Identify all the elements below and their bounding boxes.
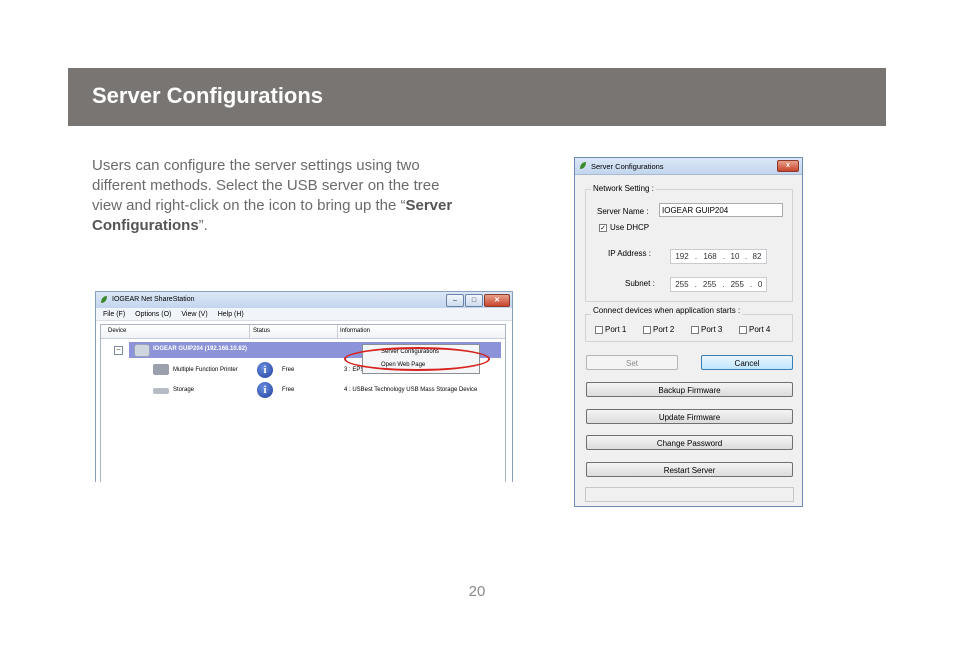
netsharestation-window: IOGEAR Net ShareStation – □ ✕ File (F) O… [95, 291, 513, 482]
window-titlebar: IOGEAR Net ShareStation – □ ✕ [96, 292, 512, 308]
server-label: IOGEAR GUIP204 (192.168.10.82) [153, 346, 248, 352]
port1-label: Port 1 [605, 325, 627, 334]
ip-octet: 192 [675, 252, 689, 261]
menu-help[interactable]: Help (H) [218, 311, 244, 318]
collapse-icon[interactable]: – [114, 346, 123, 355]
menu-bar: File (F) Options (O) View (V) Help (H) [96, 308, 512, 321]
use-dhcp-label: Use DHCP [610, 223, 650, 232]
device-name: Storage [173, 387, 195, 393]
connect-devices-label: Connect devices when application starts … [591, 306, 743, 315]
menu-view[interactable]: View (V) [181, 311, 207, 318]
use-dhcp-checkbox[interactable]: ✓ [599, 224, 607, 232]
intro-paragraph: Users can configure the server settings … [92, 156, 472, 236]
leaf-icon [580, 162, 586, 169]
port4-label: Port 4 [749, 325, 771, 334]
restart-server-button[interactable]: Restart Server [586, 462, 793, 477]
close-icon[interactable]: ✕ [484, 294, 510, 307]
update-firmware-button[interactable]: Update Firmware [586, 409, 793, 424]
device-info: 4 : USBest Technology USB Mass Storage D… [344, 387, 478, 393]
section-banner: Server Configurations [68, 68, 886, 126]
ip-octet: 82 [752, 252, 762, 261]
dialog-status-bar [585, 487, 794, 502]
set-button[interactable]: Set [586, 355, 678, 370]
window-controls: – □ ✕ [446, 294, 510, 307]
page-title: Server Configurations [92, 83, 324, 108]
subnet-octet: 0 [757, 280, 763, 289]
subnet-octet: 255 [675, 280, 689, 289]
info-icon: i [257, 362, 273, 378]
server-icon [134, 344, 150, 357]
column-device[interactable]: Device [108, 328, 126, 334]
ip-octet: 10 [730, 252, 740, 261]
column-divider [337, 325, 338, 338]
server-name-label: Server Name : [597, 207, 649, 216]
server-name-input[interactable]: IOGEAR GUIP204 [659, 203, 783, 217]
port2-checkbox[interactable] [643, 326, 651, 334]
column-information[interactable]: Information [340, 328, 370, 334]
port3-checkbox[interactable] [691, 326, 699, 334]
leaf-icon [101, 296, 107, 303]
subnet-octet: 255 [702, 280, 717, 289]
info-icon: i [257, 382, 273, 398]
close-icon[interactable]: x [777, 160, 799, 172]
highlight-ellipse [344, 347, 490, 371]
change-password-button[interactable]: Change Password [586, 435, 793, 450]
minimize-icon[interactable]: – [446, 294, 464, 307]
dialog-title: Server Configurations [591, 162, 664, 171]
intro-text-after: ”. [198, 217, 208, 234]
menu-file[interactable]: File (F) [103, 311, 125, 318]
device-name: Multiple Function Printer [173, 367, 238, 373]
printer-icon [153, 364, 169, 375]
subnet-input[interactable]: 255 . 255 . 255 . 0 [670, 277, 767, 292]
port3-label: Port 3 [701, 325, 723, 334]
subnet-label: Subnet : [625, 279, 655, 288]
window-title: IOGEAR Net ShareStation [112, 296, 195, 303]
ip-address-label: IP Address : [608, 249, 651, 258]
port1-checkbox[interactable] [595, 326, 603, 334]
column-divider [249, 325, 250, 338]
storage-icon [153, 388, 169, 394]
server-configurations-dialog: Server Configurations x Network Setting … [574, 157, 803, 507]
dialog-titlebar: Server Configurations x [575, 158, 802, 175]
backup-firmware-button[interactable]: Backup Firmware [586, 382, 793, 397]
device-status: Free [282, 387, 295, 393]
intro-text-before: Users can configure the server settings … [92, 157, 440, 214]
column-status[interactable]: Status [253, 328, 270, 334]
ip-octet: 168 [703, 252, 717, 261]
page-number: 20 [468, 583, 486, 600]
ip-address-input[interactable]: 192 . 168 . 10 . 82 [670, 249, 767, 264]
port2-label: Port 2 [653, 325, 675, 334]
port4-checkbox[interactable] [739, 326, 747, 334]
menu-options[interactable]: Options (O) [135, 311, 171, 318]
column-header: Device Status Information [101, 325, 505, 339]
device-row-storage[interactable]: Storage i Free 4 : USBest Technology USB… [151, 381, 501, 399]
cancel-button[interactable]: Cancel [701, 355, 793, 370]
maximize-icon[interactable]: □ [465, 294, 483, 307]
subnet-octet: 255 [730, 280, 744, 289]
network-setting-label: Network Setting : [591, 184, 656, 193]
device-status: Free [282, 367, 295, 373]
